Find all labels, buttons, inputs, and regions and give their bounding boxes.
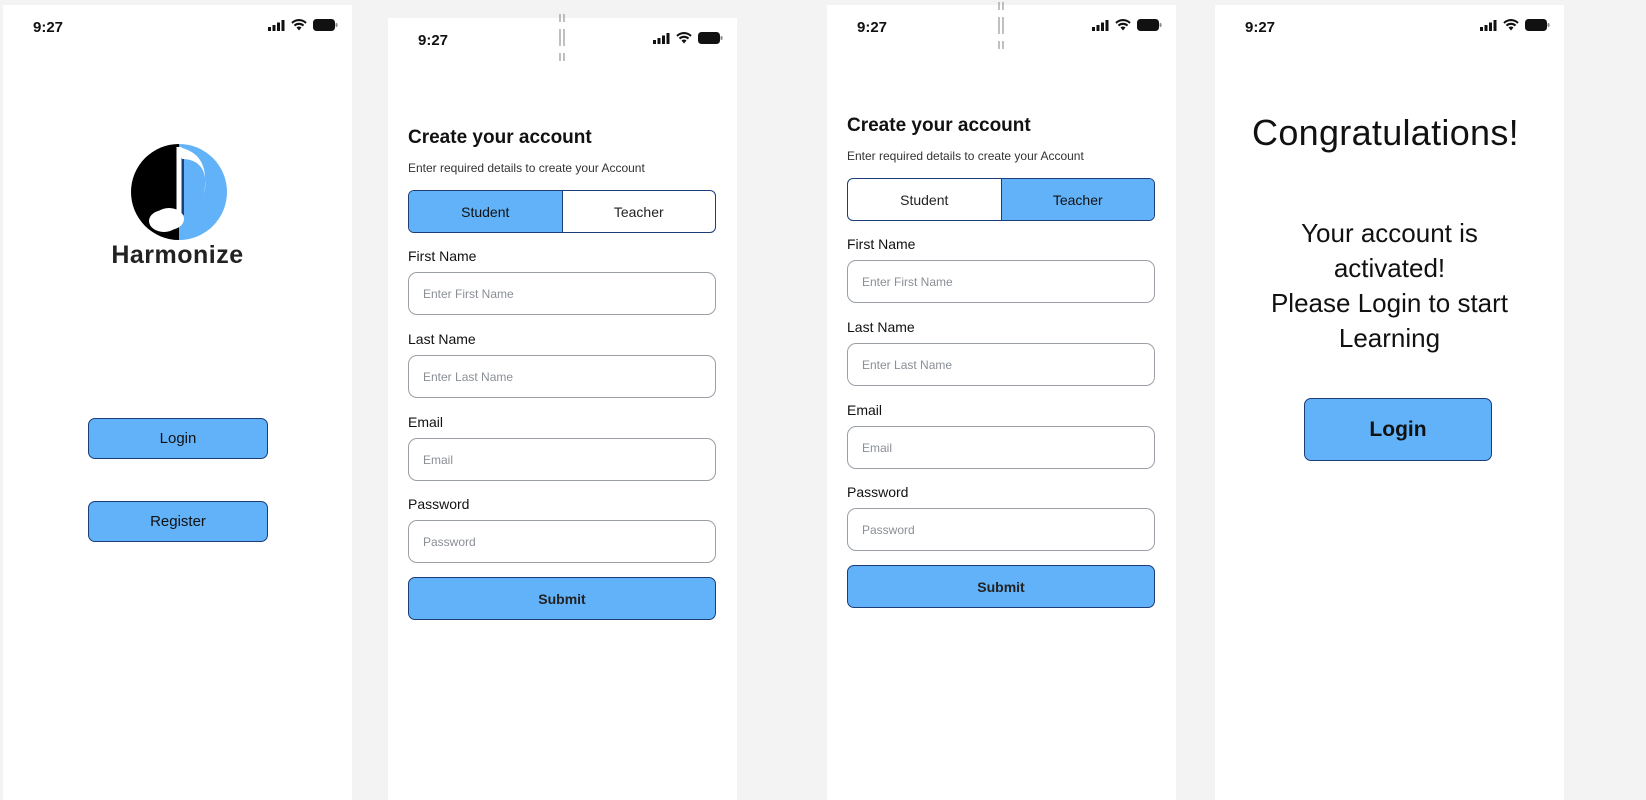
wifi-icon [1503,19,1519,31]
battery-icon [313,19,338,31]
wifi-icon [676,32,692,44]
login-button[interactable]: Login [88,418,268,459]
success-heading: Congratulations! [1252,112,1519,153]
password-label: Password [847,484,909,500]
first-name-field[interactable] [847,260,1155,303]
drag-handle-icon [998,2,1004,49]
status-time: 9:27 [418,32,449,49]
page-subtitle: Enter required details to create your Ac… [847,149,1084,163]
status-bar: 9:27 [3,5,352,45]
battery-icon [1137,19,1162,31]
first-name-label: First Name [847,236,916,252]
drag-handle-icon [559,14,565,61]
role-student-tab[interactable]: Student [409,191,562,232]
page-title: Create your account [408,127,592,148]
success-message-line3: Please Login to start [1270,288,1509,318]
password-field[interactable] [408,520,716,563]
last-name-field[interactable] [408,355,716,398]
signal-icon [653,32,670,44]
password-field[interactable] [847,508,1155,551]
last-name-field[interactable] [847,343,1155,386]
success-screen: 9:27 Congratulations! Your account is ac… [1215,5,1564,800]
wifi-icon [291,19,307,31]
submit-button[interactable]: Submit [847,565,1155,608]
status-icons [653,32,723,44]
status-icons [268,19,338,31]
first-name-field[interactable] [408,272,716,315]
status-time: 9:27 [1245,19,1276,36]
role-teacher-tab[interactable]: Teacher [561,191,716,232]
role-toggle: Student Teacher [847,178,1155,221]
page-subtitle: Enter required details to create your Ac… [408,161,645,175]
wifi-icon [1115,19,1131,31]
last-name-label: Last Name [408,331,476,347]
harmonize-logo-icon [131,144,227,240]
status-icons [1092,19,1162,31]
battery-icon [698,32,723,44]
success-message-line2: activated! [1333,253,1446,283]
email-label: Email [847,402,883,418]
status-bar: 9:27 [1215,5,1564,45]
brand-name: Harmonize [111,241,244,269]
email-label: Email [408,414,444,430]
login-button[interactable]: Login [1304,398,1492,461]
battery-icon [1525,19,1550,31]
role-toggle: Student Teacher [408,190,716,233]
submit-button[interactable]: Submit [408,577,716,620]
signal-icon [1480,19,1497,31]
success-message-line4: Learning [1338,323,1441,353]
status-icons [1480,19,1550,31]
last-name-label: Last Name [847,319,915,335]
first-name-label: First Name [408,248,477,264]
email-field[interactable] [408,438,716,481]
page-title: Create your account [847,115,1031,136]
signal-icon [1092,19,1109,31]
register-screen-teacher: 9:27 Create your account Enter required … [827,5,1176,800]
register-button[interactable]: Register [88,501,268,542]
password-label: Password [408,496,470,512]
status-time: 9:27 [857,19,888,36]
status-time: 9:27 [33,19,64,36]
role-student-tab[interactable]: Student [848,179,1001,220]
welcome-screen: 9:27 Harmonize Login Register [3,5,352,800]
email-field[interactable] [847,426,1155,469]
register-screen-student: 9:27 Create your account Enter required … [388,18,737,800]
signal-icon [268,19,285,31]
role-teacher-tab[interactable]: Teacher [1000,179,1154,220]
success-message-line1: Your account is [1301,218,1478,248]
